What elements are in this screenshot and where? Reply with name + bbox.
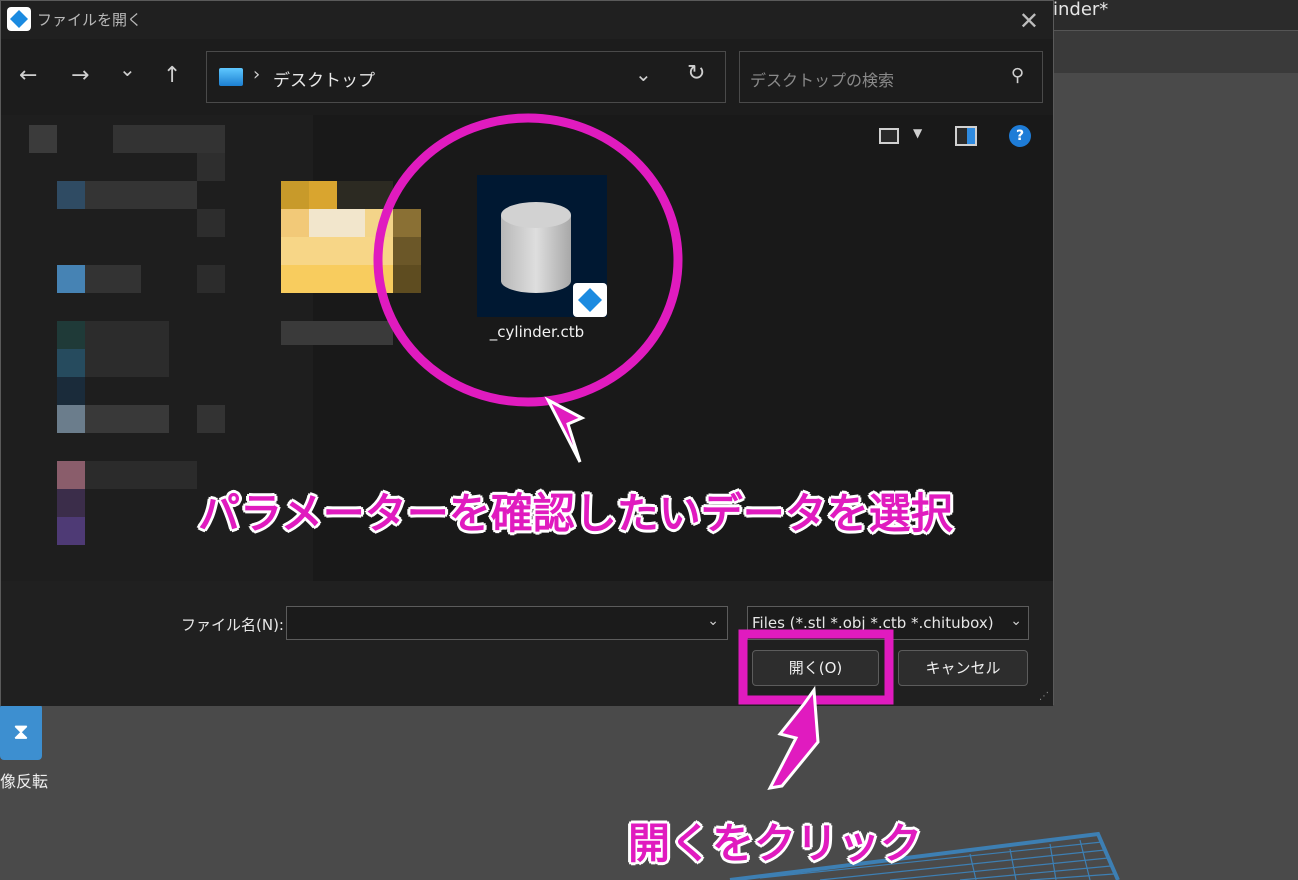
- annotation-click-open: 開くをクリック: [628, 819, 923, 868]
- annotation-arrow-up: [544, 396, 586, 463]
- annotation-select-data: パラメーターを確認したいデータを選択: [198, 489, 953, 538]
- annotation-circle: [373, 113, 683, 407]
- annotation-box: [738, 629, 894, 705]
- annotation-overlay: [373, 113, 894, 790]
- annotation-arrow-up-right: [767, 685, 820, 790]
